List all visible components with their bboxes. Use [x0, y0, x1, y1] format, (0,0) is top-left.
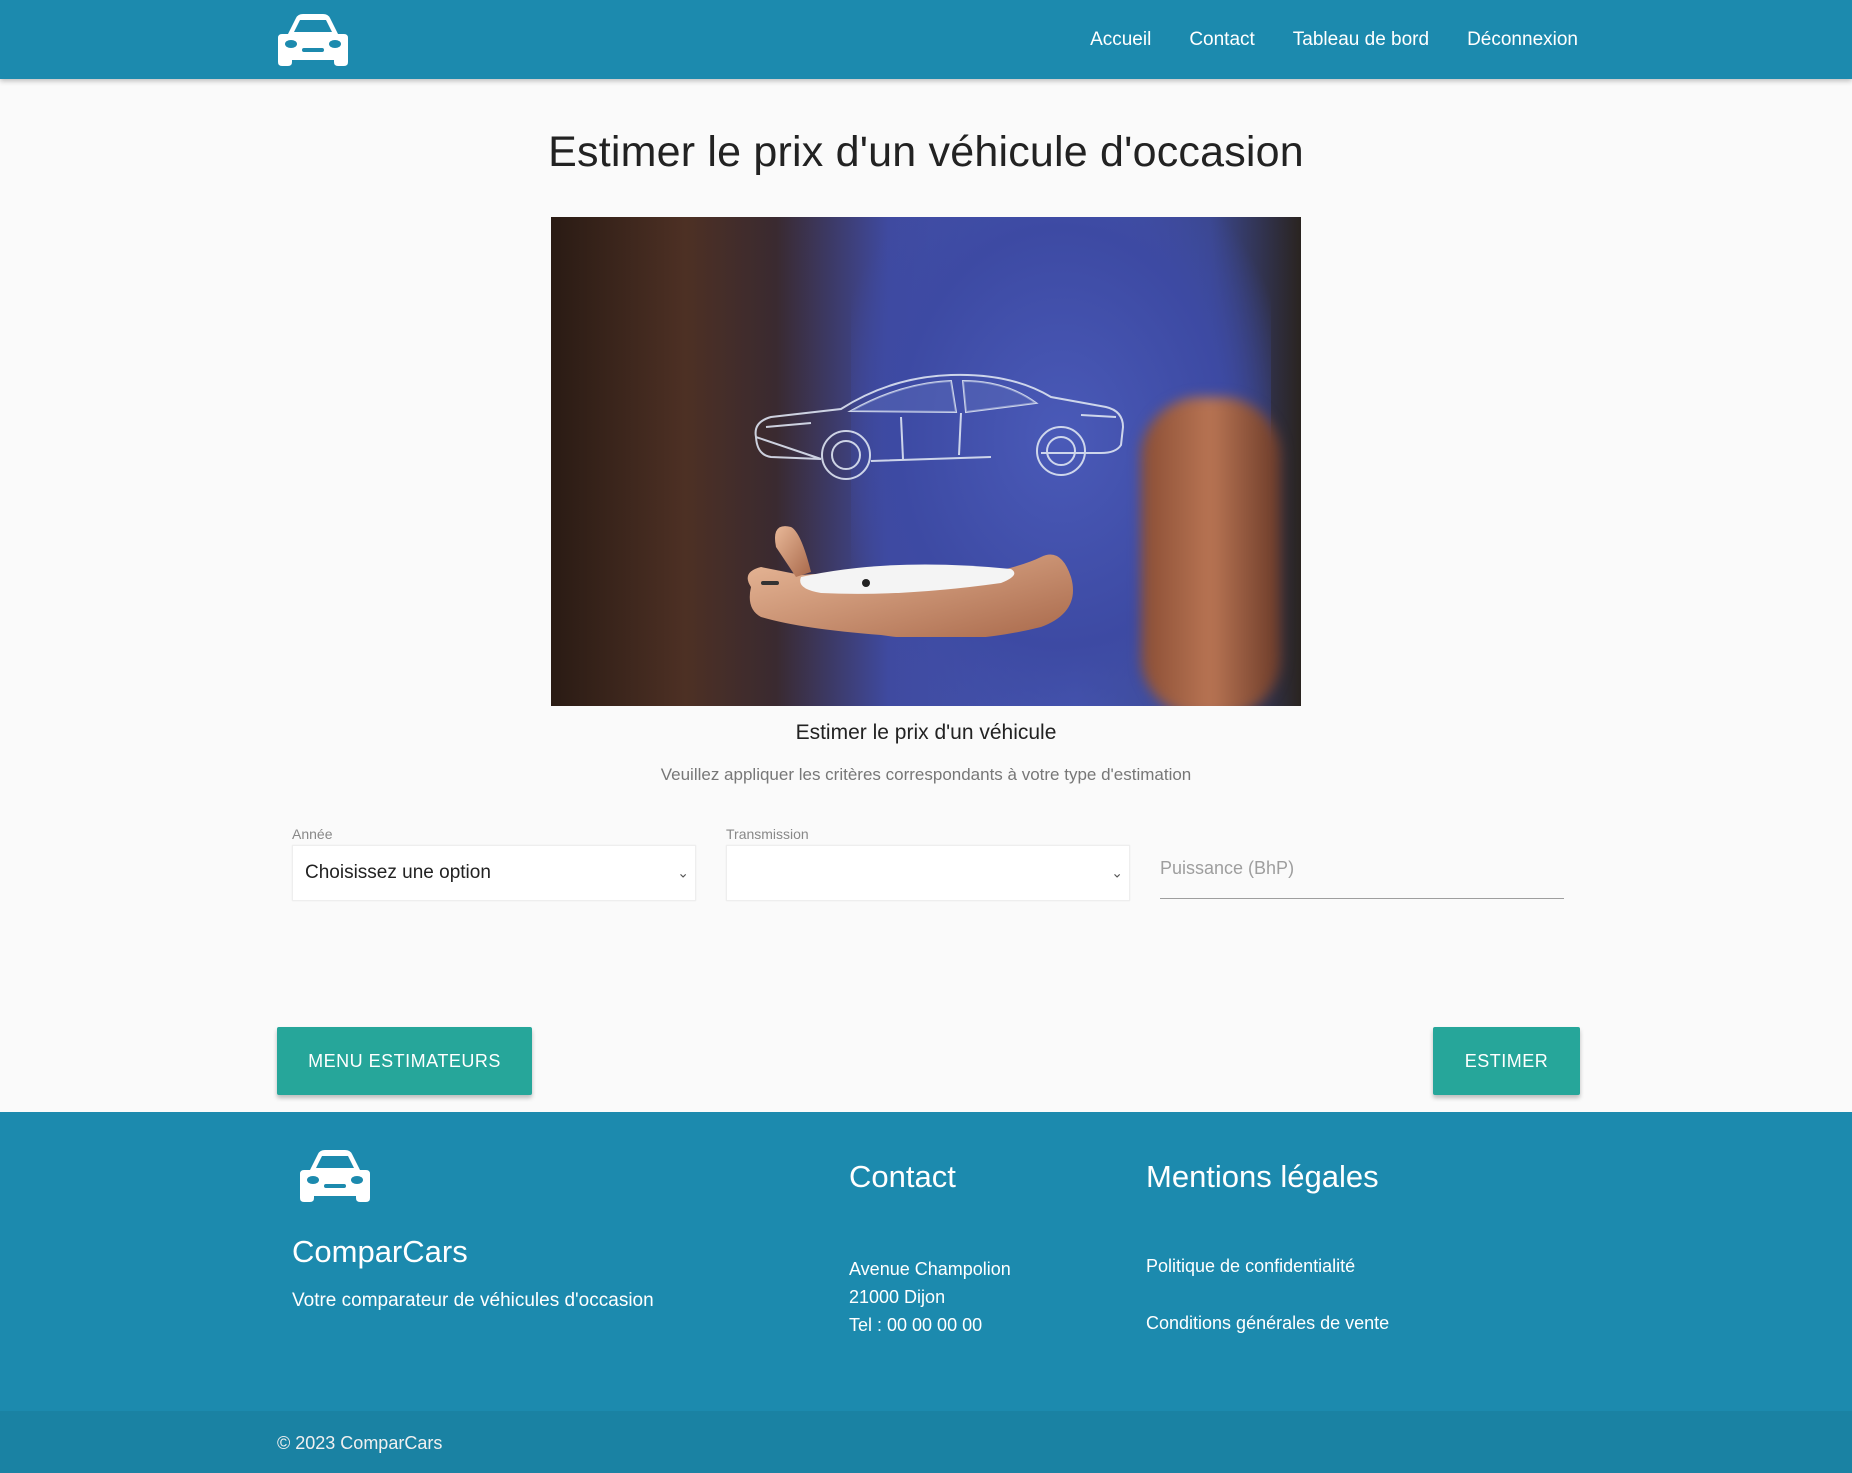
- nav-link-accueil[interactable]: Accueil: [1071, 0, 1170, 79]
- year-select-value: Choisissez une option: [305, 862, 491, 883]
- footer-tagline: Votre comparateur de véhicules d'occasio…: [292, 1290, 654, 1311]
- chevron-down-icon: ⌄: [1111, 864, 1123, 881]
- nav-link-deconnexion[interactable]: Déconnexion: [1448, 0, 1578, 79]
- nav-link-contact[interactable]: Contact: [1170, 0, 1273, 79]
- transmission-field: Transmission ⌄: [726, 825, 1130, 905]
- footer-address: Avenue Champolion 21000 Dijon Tel : 00 0…: [849, 1255, 1011, 1339]
- footer-contact-title: Contact: [849, 1159, 956, 1194]
- card-title: Estimer le prix d'un véhicule: [795, 721, 1057, 744]
- hero-image: [551, 217, 1301, 706]
- estimation-form: Année Choisissez une option ⌄ Transmissi…: [292, 825, 1572, 905]
- estimer-button[interactable]: ESTIMER: [1433, 1027, 1580, 1095]
- copyright-text: © 2023 ComparCars: [277, 1433, 443, 1453]
- privacy-policy-link[interactable]: Politique de confidentialité: [1146, 1256, 1355, 1277]
- card-subtitle: Veuillez appliquer les critères correspo…: [660, 765, 1192, 784]
- transmission-select[interactable]: ⌄: [726, 845, 1130, 901]
- transmission-label: Transmission: [726, 826, 809, 842]
- address-line-2: 21000 Dijon: [849, 1287, 946, 1307]
- footer-legal-title: Mentions légales: [1146, 1159, 1379, 1194]
- chevron-down-icon: ⌄: [677, 864, 689, 881]
- nav-links: Accueil Contact Tableau de bord Déconnex…: [1071, 0, 1578, 79]
- top-navbar: Accueil Contact Tableau de bord Déconnex…: [0, 0, 1852, 79]
- main-content: Estimer le prix d'un véhicule d'occasion: [0, 79, 1852, 1113]
- power-field: Puissance (BhP): [1160, 825, 1564, 905]
- terms-link[interactable]: Conditions générales de vente: [1146, 1313, 1389, 1334]
- year-select[interactable]: Choisissez une option ⌄: [292, 845, 696, 901]
- address-line-1: Avenue Champolion: [849, 1259, 1011, 1279]
- power-input-placeholder: Puissance (BhP): [1160, 858, 1295, 878]
- page-title: Estimer le prix d'un véhicule d'occasion: [548, 128, 1304, 176]
- menu-estimateurs-button[interactable]: MENU ESTIMATEURS: [277, 1027, 532, 1095]
- year-field: Année Choisissez une option ⌄: [292, 825, 696, 905]
- car-logo-icon: [296, 1148, 374, 1209]
- nav-link-tableau-de-bord[interactable]: Tableau de bord: [1274, 0, 1448, 79]
- car-logo-icon[interactable]: [274, 10, 354, 70]
- page-footer: ComparCars Votre comparateur de véhicule…: [0, 1112, 1852, 1473]
- copyright-bar: © 2023 ComparCars: [0, 1411, 1852, 1473]
- footer-brand: ComparCars: [292, 1234, 468, 1269]
- power-input[interactable]: Puissance (BhP): [1160, 845, 1564, 899]
- year-label: Année: [292, 826, 333, 842]
- phone: Tel : 00 00 00 00: [849, 1315, 983, 1335]
